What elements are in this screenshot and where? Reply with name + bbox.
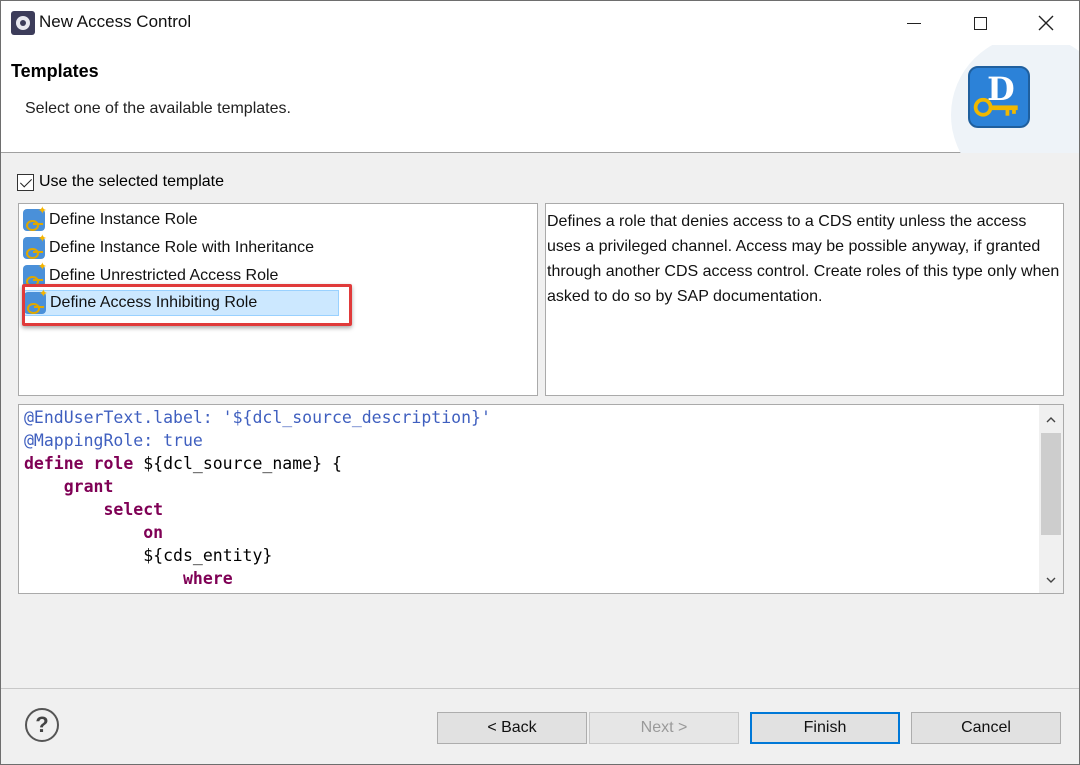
template-item-unrestricted-access-role[interactable]: ✦ Define Unrestricted Access Role xyxy=(23,262,339,289)
title-bar: New Access Control xyxy=(1,1,1079,45)
dialog-window: New Access Control Templates Select one … xyxy=(0,0,1080,765)
code-line-4: grant xyxy=(63,477,114,496)
wizard-banner: D xyxy=(941,45,1079,153)
template-item-instance-role-inheritance[interactable]: ✦ Define Instance Role with Inheritance xyxy=(23,234,339,261)
template-code-preview[interactable]: @EndUserText.label: '${dcl_source_descri… xyxy=(18,404,1064,594)
code-lines: @EndUserText.label: '${dcl_source_descri… xyxy=(24,406,491,590)
template-icon: ✦ xyxy=(23,206,47,231)
template-item-label: Define Instance Role xyxy=(49,211,198,228)
close-icon xyxy=(1038,15,1054,31)
code-line-2: @MappingRole: true xyxy=(24,431,203,450)
finish-button[interactable]: Finish xyxy=(750,712,900,744)
scroll-down-arrow-icon[interactable] xyxy=(1039,569,1063,591)
template-item-instance-role[interactable]: ✦ Define Instance Role xyxy=(23,206,339,233)
minimize-icon xyxy=(907,22,921,24)
code-scrollbar[interactable] xyxy=(1039,405,1063,593)
code-line-7: ${cds_entity} xyxy=(143,546,273,565)
help-icon[interactable]: ? xyxy=(25,708,59,742)
use-template-row[interactable]: Use the selected template xyxy=(17,173,224,191)
code-line-8: where xyxy=(182,569,233,588)
page-description: Select one of the available templates. xyxy=(25,100,291,117)
eclipse-app-icon xyxy=(11,11,35,35)
template-icon: ✦ xyxy=(23,262,47,287)
code-line-3-keyword: define role xyxy=(24,454,134,473)
code-line-3-rest: ${dcl_source_name} { xyxy=(133,454,342,473)
template-icon: ✦ xyxy=(24,289,48,314)
wizard-header: Templates Select one of the available te… xyxy=(1,45,1079,153)
maximize-icon xyxy=(973,16,987,30)
cancel-button[interactable]: Cancel xyxy=(911,712,1061,744)
window-title: New Access Control xyxy=(39,12,192,31)
use-template-checkbox[interactable] xyxy=(17,173,34,191)
code-line-6: on xyxy=(143,523,164,542)
template-item-label: Define Instance Role with Inheritance xyxy=(49,239,315,256)
code-line-5: select xyxy=(103,500,164,519)
footer-divider xyxy=(1,688,1079,689)
template-list[interactable]: ✦ Define Instance Role ✦ Define Instance… xyxy=(18,203,538,396)
template-description: Defines a role that denies access to a C… xyxy=(545,203,1064,396)
template-item-label: Define Access Inhibiting Role xyxy=(50,294,258,311)
minimize-button[interactable] xyxy=(881,1,947,45)
page-title: Templates xyxy=(11,61,99,81)
access-control-key-icon: D xyxy=(968,66,1030,128)
next-button[interactable]: Next > xyxy=(589,712,739,744)
scroll-up-arrow-icon[interactable] xyxy=(1039,409,1063,431)
svg-text:D: D xyxy=(987,71,1015,108)
close-button[interactable] xyxy=(1013,1,1079,45)
template-icon: ✦ xyxy=(23,234,47,259)
maximize-button[interactable] xyxy=(947,1,1013,45)
back-button[interactable]: < Back xyxy=(437,712,587,744)
code-line-1: @EndUserText.label: '${dcl_source_descri… xyxy=(24,408,491,427)
template-item-label: Define Unrestricted Access Role xyxy=(49,267,279,284)
use-template-label: Use the selected template xyxy=(39,173,224,190)
scroll-thumb[interactable] xyxy=(1041,433,1061,535)
template-item-access-inhibiting-role[interactable]: ✦ Define Access Inhibiting Role xyxy=(23,289,339,316)
